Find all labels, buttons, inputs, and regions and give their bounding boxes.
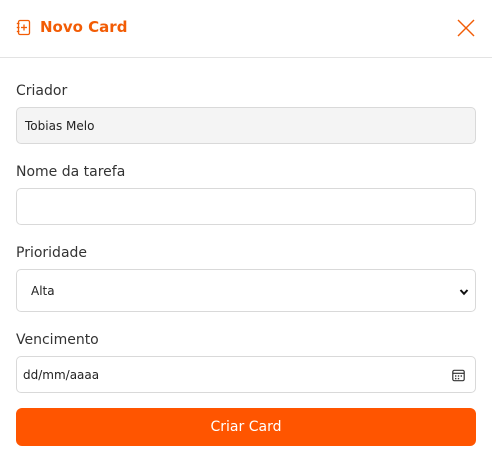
chevron-down-icon: [459, 286, 469, 296]
creator-field: Tobias Melo: [16, 107, 476, 144]
create-card-button[interactable]: Criar Card: [16, 408, 476, 446]
calendar-icon[interactable]: [452, 368, 465, 381]
due-date-label: Vencimento: [16, 332, 99, 348]
creator-value: Tobias Melo: [25, 118, 95, 133]
creator-label: Criador: [16, 83, 68, 99]
close-icon: [456, 19, 476, 41]
new-card-modal: Novo Card Criador Tobias Melo Nome da ta…: [0, 0, 492, 464]
priority-select[interactable]: Alta: [16, 269, 476, 312]
close-button[interactable]: [456, 18, 476, 38]
task-name-label: Nome da tarefa: [16, 164, 126, 180]
due-date-input[interactable]: dd/mm/aaaa: [16, 356, 476, 393]
task-name-input[interactable]: [16, 188, 476, 225]
priority-selected-value: Alta: [31, 283, 55, 298]
modal-title: Novo Card: [40, 18, 128, 36]
add-note-icon: [16, 19, 32, 36]
priority-label: Prioridade: [16, 245, 88, 261]
due-date-value: dd/mm/aaaa: [23, 367, 100, 382]
modal-header: Novo Card: [0, 0, 492, 58]
